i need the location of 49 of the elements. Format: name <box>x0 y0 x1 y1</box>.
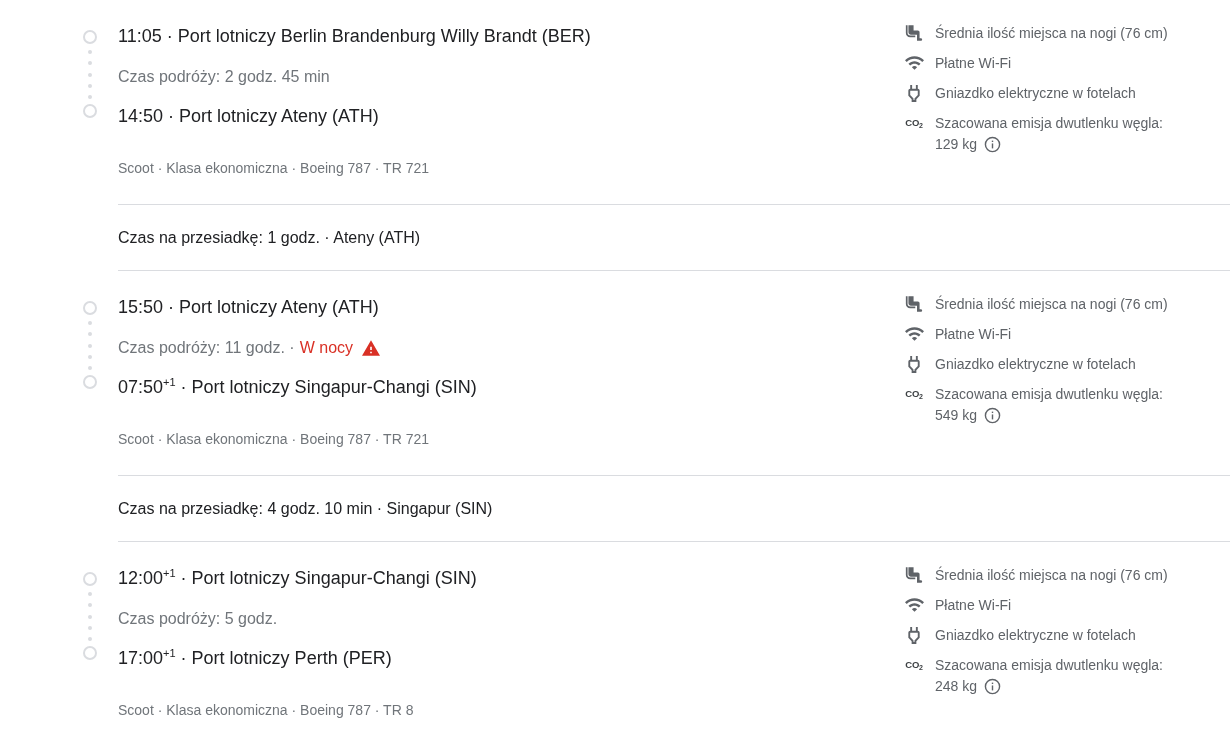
info-icon[interactable] <box>984 678 1002 695</box>
layover-text: Czas na przesiadkę: 1 godz. · Ateny (ATH) <box>118 229 421 246</box>
arrival-text: 07:50$^{+1}$ · Port lotniczy Singapur-Changi (SIN) <box>118 375 477 399</box>
info-icon[interactable] <box>984 136 1002 153</box>
arrival-text: 14:50 · Port lotniczy Ateny (ATH) <box>118 105 379 128</box>
flight-details: Scoot · Klasa ekonomiczna · Boeing 787 · TR 721 <box>118 159 430 178</box>
arrival-text: 17:00$^{+1}$ · Port lotniczy Perth (PER) <box>118 646 392 670</box>
emissions-text: Szacowana emisja dwutlenku węgla: <box>935 656 1163 675</box>
amenity-text: Średnia ilość miejsca na nogi (76 cm) <box>935 23 1168 43</box>
timeline-icon <box>82 572 98 662</box>
timeline-icon <box>82 301 98 391</box>
co2-symbol: CO$_{2}$ <box>905 389 923 399</box>
departure-text: 15:50 · Port lotniczy Ateny (ATH) <box>118 296 379 319</box>
duration-text: Czas podróży: 5 godz. <box>118 609 278 629</box>
layover-text: Czas na przesiadkę: 4 godz. 10 min · Singapur (SIN) <box>118 500 493 517</box>
co2-symbol: CO$_{2}$ <box>905 660 923 670</box>
departure-text: 11:05 · Port lotniczy Berlin Brandenburg Willy Brandt (BER) <box>118 25 591 48</box>
emissions-text: Szacowana emisja dwutlenku węgla: <box>935 114 1163 133</box>
amenity-text: Średnia ilość miejsca na nogi (76 cm) <box>935 565 1168 585</box>
amenity-text: Gniazdko elektryczne w fotelach <box>935 84 1136 103</box>
plug-icon <box>908 84 920 102</box>
wifi-icon <box>904 56 924 70</box>
duration-text: Czas podróży: 11 godz. · <box>118 338 295 358</box>
amenity-text: Gniazdko elektryczne w fotelach <box>935 355 1136 374</box>
duration-text: Czas podróży: 2 godz. 45 min <box>118 67 330 87</box>
emissions-text: Szacowana emisja dwutlenku węgla: <box>935 385 1163 404</box>
amenity-text: Płatne Wi-Fi <box>935 596 1012 615</box>
emissions-value: 129 kg <box>935 135 978 154</box>
seat-icon <box>905 24 923 42</box>
amenity-text: Średnia ilość miejsca na nogi (76 cm) <box>935 294 1168 314</box>
timeline-icon <box>82 30 98 120</box>
plug-icon <box>908 355 920 373</box>
flight-details: Scoot · Klasa ekonomiczna · Boeing 787 · TR 8 <box>118 701 414 720</box>
amenity-text: Płatne Wi-Fi <box>935 325 1012 344</box>
seat-icon <box>905 566 923 584</box>
warning-text: W nocy <box>299 338 354 358</box>
wifi-icon <box>904 327 924 341</box>
warning-icon <box>362 340 381 356</box>
wifi-icon <box>904 598 924 612</box>
plug-icon <box>908 626 920 644</box>
emissions-value: 549 kg <box>935 406 978 425</box>
amenity-text: Płatne Wi-Fi <box>935 54 1012 73</box>
flight-details: Scoot · Klasa ekonomiczna · Boeing 787 · TR 721 <box>118 430 430 449</box>
info-icon[interactable] <box>984 407 1002 424</box>
seat-icon <box>905 295 923 313</box>
amenity-text: Gniazdko elektryczne w fotelach <box>935 626 1136 645</box>
emissions-value: 248 kg <box>935 677 978 696</box>
departure-text: 12:00$^{+1}$ · Port lotniczy Singapur-Changi (SIN) <box>118 566 477 590</box>
co2-symbol: CO$_{2}$ <box>905 118 923 128</box>
